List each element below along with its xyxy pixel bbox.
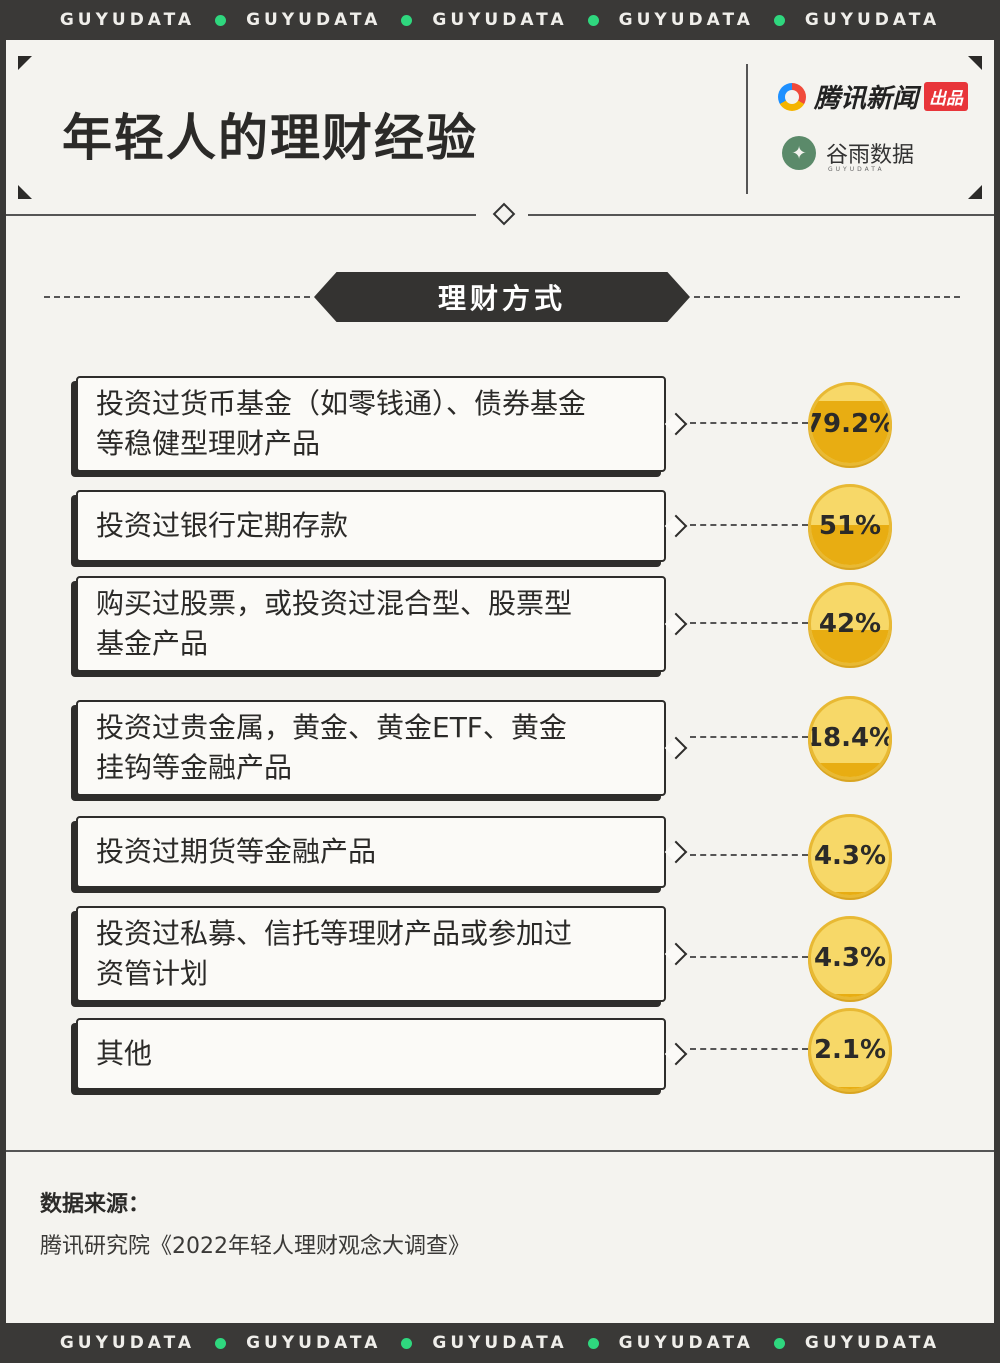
category-label-line: 投资过银行定期存款 <box>96 509 349 542</box>
category-label-line: 资管计划 <box>96 957 209 990</box>
band-word: GUYUDATA <box>432 10 568 30</box>
category-box: 其他 <box>76 1018 666 1090</box>
band-word: GUYUDATA <box>246 10 382 30</box>
category-label: 投资过私募、信托等理财产品或参加过 资管计划 <box>96 914 572 994</box>
category-label-line: 购买过股票，或投资过混合型、股票型 <box>96 587 573 620</box>
band-word: GUYUDATA <box>618 1333 754 1353</box>
band-word: GUYUDATA <box>59 1333 196 1353</box>
category-label-line: 挂钩等金融产品 <box>96 751 293 784</box>
value-label: 4.3% <box>813 943 887 973</box>
pointer-arrow-icon <box>664 840 688 864</box>
leader-line <box>690 956 808 958</box>
value-label: 4.3% <box>813 841 887 871</box>
category-label-line: 其他 <box>96 1037 153 1070</box>
band-dot-icon <box>773 14 785 26</box>
value-label: 18.4% <box>808 723 892 753</box>
category-label: 投资过期货等金融产品 <box>96 832 376 872</box>
pointer-arrow-icon <box>664 612 688 636</box>
band-word: GUYUDATA <box>59 10 196 30</box>
value-label: 51% <box>818 511 882 541</box>
infographic-panel: 年轻人的理财经验 腾讯新闻 出品 ✦ 谷雨数据 GUYUDATA 理财方式 投资… <box>6 40 994 1323</box>
pointer-arrow-icon <box>664 412 688 436</box>
band-dot-icon <box>587 1337 599 1349</box>
leader-line <box>690 1048 808 1050</box>
category-label-line: 投资过期货等金融产品 <box>96 835 377 868</box>
band-word: GUYUDATA <box>804 1333 941 1353</box>
category-box: 投资过贵金属，黄金、黄金ETF、黄金 挂钩等金融产品 <box>76 700 666 796</box>
pointer-arrow-icon <box>664 514 688 538</box>
pointer-arrow-icon <box>664 942 688 966</box>
value-coin: 2.1% <box>808 1008 892 1092</box>
chart: 投资过货币基金（如零钱通）、债券基金 等稳健型理财产品 79.2% 投资过银行定期存款… <box>6 40 994 1150</box>
source-text: 腾讯研究院《2022年轻人理财观念大调查》 <box>40 1234 470 1259</box>
value-label: 2.1% <box>813 1035 887 1065</box>
category-label: 投资过货币基金（如零钱通）、债券基金 等稳健型理财产品 <box>96 384 586 464</box>
category-label: 其他 <box>96 1034 152 1074</box>
category-label-line: 投资过货币基金（如零钱通）、债券基金 <box>96 387 587 420</box>
leader-line <box>690 736 808 738</box>
band-dot-icon <box>587 14 599 26</box>
band-dot-icon <box>401 1337 413 1349</box>
footer-separator <box>6 1150 994 1152</box>
leader-line <box>690 854 808 856</box>
category-box: 投资过银行定期存款 <box>76 490 666 562</box>
category-label-line: 投资过贵金属，黄金、黄金ETF、黄金 <box>96 711 567 744</box>
category-label-line: 等稳健型理财产品 <box>96 427 321 460</box>
leader-line <box>690 622 808 624</box>
category-box: 投资过期货等金融产品 <box>76 816 666 888</box>
leader-line <box>690 524 808 526</box>
band-dot-icon <box>215 14 227 26</box>
value-coin: 51% <box>808 484 892 568</box>
band-word: GUYUDATA <box>804 10 941 30</box>
band-dot-icon <box>773 1337 785 1349</box>
category-box: 购买过股票，或投资过混合型、股票型 基金产品 <box>76 576 666 672</box>
category-label: 购买过股票，或投资过混合型、股票型 基金产品 <box>96 584 572 664</box>
value-coin: 42% <box>808 582 892 666</box>
bottom-brand-band: GUYUDATA GUYUDATA GUYUDATA GUYUDATA GUYU… <box>0 1323 1000 1363</box>
value-coin: 79.2% <box>808 382 892 466</box>
value-coin: 4.3% <box>808 916 892 1000</box>
category-label-line: 投资过私募、信托等理财产品或参加过 <box>96 917 573 950</box>
band-dot-icon <box>401 14 413 26</box>
value-label: 79.2% <box>808 409 892 439</box>
band-word: GUYUDATA <box>246 1333 382 1353</box>
category-box: 投资过私募、信托等理财产品或参加过 资管计划 <box>76 906 666 1002</box>
value-coin: 18.4% <box>808 696 892 780</box>
leader-line <box>690 422 808 424</box>
value-label: 42% <box>818 609 882 639</box>
pointer-arrow-icon <box>664 1042 688 1066</box>
pointer-arrow-icon <box>664 736 688 760</box>
category-box: 投资过货币基金（如零钱通）、债券基金 等稳健型理财产品 <box>76 376 666 472</box>
category-label-line: 基金产品 <box>96 627 209 660</box>
category-label: 投资过银行定期存款 <box>96 506 348 546</box>
top-brand-band: GUYUDATA GUYUDATA GUYUDATA GUYUDATA GUYU… <box>0 0 1000 40</box>
value-coin: 4.3% <box>808 814 892 898</box>
category-label: 投资过贵金属，黄金、黄金ETF、黄金 挂钩等金融产品 <box>96 708 567 788</box>
band-word: GUYUDATA <box>432 1333 568 1353</box>
source-label: 数据来源： <box>40 1192 151 1217</box>
band-word: GUYUDATA <box>618 10 754 30</box>
band-dot-icon <box>215 1337 227 1349</box>
